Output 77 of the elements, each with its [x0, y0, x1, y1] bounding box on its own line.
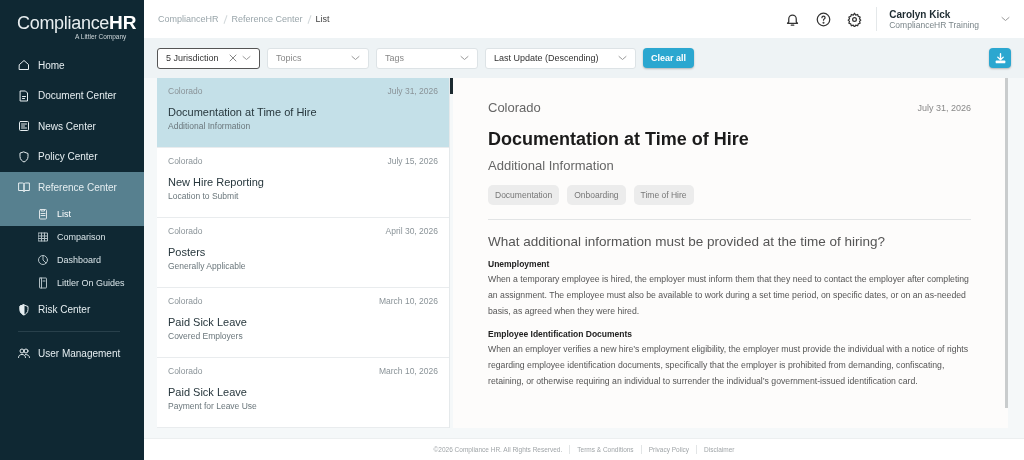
breadcrumb-current: List	[315, 14, 330, 24]
home-icon	[18, 59, 30, 72]
filter-dropdown[interactable]: 5 Jurisdiction	[157, 47, 260, 69]
download-button[interactable]	[989, 48, 1011, 68]
chevron-down-icon	[242, 55, 251, 61]
section-heading: Unemployment	[488, 259, 551, 269]
result-subtitle: Location to Submit	[168, 191, 240, 201]
result-jurisdiction: Colorado	[168, 226, 203, 236]
result-title: New Hire Reporting	[168, 176, 265, 188]
newspaper-icon	[18, 120, 30, 133]
scrollbar-thumb[interactable]	[1005, 78, 1008, 408]
result-title: Documentation at Time of Hire	[168, 106, 318, 118]
logo-wordmark: Compliance	[17, 13, 110, 34]
sidebar-subitem[interactable]: Littler On Guides	[0, 271, 144, 295]
result-jurisdiction: Colorado	[168, 86, 203, 96]
chevron-down-icon[interactable]	[1001, 16, 1010, 22]
result-jurisdiction: Colorado	[168, 366, 203, 376]
detail-subtitle: Additional Information	[488, 158, 615, 173]
result-date: July 31, 2026	[387, 86, 438, 96]
result-subtitle: Generally Applicable	[168, 261, 247, 271]
user-organization: ComplianceHR Training	[889, 19, 979, 30]
download-icon	[994, 52, 1006, 64]
detail-jurisdiction: Colorado	[488, 100, 541, 115]
result-subtitle: Covered Employers	[168, 331, 244, 341]
half-shield-icon	[18, 303, 30, 316]
result-date: March 10, 2026	[378, 296, 438, 306]
topic-tag[interactable]: Onboarding	[567, 185, 626, 205]
sidebar-item[interactable]: News Center	[0, 111, 144, 142]
logo-emphasis: HR	[109, 12, 137, 34]
filter-dropdown[interactable]: Topics	[267, 47, 369, 69]
users-icon	[18, 347, 30, 360]
book-icon	[18, 181, 30, 194]
topic-tag[interactable]: Time of Hire	[633, 185, 694, 205]
clear-icon[interactable]	[229, 54, 237, 62]
sidebar-item[interactable]: User Management	[0, 338, 144, 369]
section-heading: Employee Identification Documents	[488, 329, 634, 340]
result-title: Paid Sick Leave	[168, 386, 248, 398]
result-title: Paid Sick Leave	[168, 316, 248, 328]
section-text: When an employer verifies a new hire’s employment eligibility, the employer must provide the individual with a notice of rights regarding employee identification documents, specifically that the employer is prohibited from demanding, confiscating, retaining, or otherwise requiring an individual to surrender the individual’s government-issued identification card.	[488, 343, 970, 388]
book-icon	[37, 277, 49, 289]
sidebar-item[interactable]: Document Center	[0, 80, 144, 111]
sidebar-item[interactable]: Risk Center	[0, 294, 144, 325]
result-date: July 15, 2026	[387, 156, 438, 166]
user-name: Carolyn Kick	[889, 8, 952, 20]
chevron-down-icon	[351, 55, 360, 61]
sidebar-item[interactable]: Reference Center	[0, 172, 144, 203]
sidebar-subitem[interactable]: Dashboard	[0, 248, 144, 272]
sidebar-subitem[interactable]: Comparison	[0, 225, 144, 249]
result-jurisdiction: Colorado	[168, 156, 203, 166]
chevron-down-icon	[618, 55, 627, 61]
result-jurisdiction: Colorado	[168, 296, 203, 306]
notification-bell-icon[interactable]	[785, 11, 801, 27]
result-subtitle: Payment for Leave Use	[168, 401, 258, 411]
detail-title: Documentation at Time of Hire	[488, 129, 750, 150]
pie-chart-icon	[37, 254, 49, 266]
sidebar-item[interactable]: Home	[0, 50, 144, 81]
topic-tag[interactable]: Documentation	[488, 185, 560, 205]
result-item[interactable]: Colorado July 31, 2026 Documentation at Time of Hire Additional Information	[157, 78, 449, 148]
document-icon	[18, 89, 30, 102]
clipboard-icon	[37, 208, 49, 220]
detail-date: July 31, 2026	[917, 102, 971, 113]
result-subtitle: Additional Information	[168, 121, 252, 131]
scrollbar-thumb[interactable]	[450, 78, 453, 94]
sidebar-subitem[interactable]: List	[0, 202, 144, 226]
help-icon[interactable]	[816, 11, 832, 27]
result-title: Posters	[168, 246, 207, 258]
chevron-down-icon	[460, 55, 469, 61]
question-heading: What additional information must be provided at the time of hiring?	[488, 234, 886, 249]
result-date: April 30, 2026	[385, 226, 438, 236]
section-text: When a temporary employee is hired, the employer must inform them that they need to contact the employer after completing an assignment. The employee must also be available to work during a set time period, on specific dates, or on an as-needed basis, as agreed when they were hired.	[488, 273, 970, 318]
filter-dropdown[interactable]: Tags	[376, 47, 478, 69]
result-date: March 10, 2026	[378, 366, 438, 376]
filter-dropdown[interactable]: Last Update (Descending)	[485, 47, 636, 69]
settings-icon[interactable]	[847, 11, 863, 27]
sidebar-item[interactable]: Policy Center	[0, 141, 144, 172]
table-icon	[37, 231, 49, 243]
shield-icon	[18, 150, 30, 163]
